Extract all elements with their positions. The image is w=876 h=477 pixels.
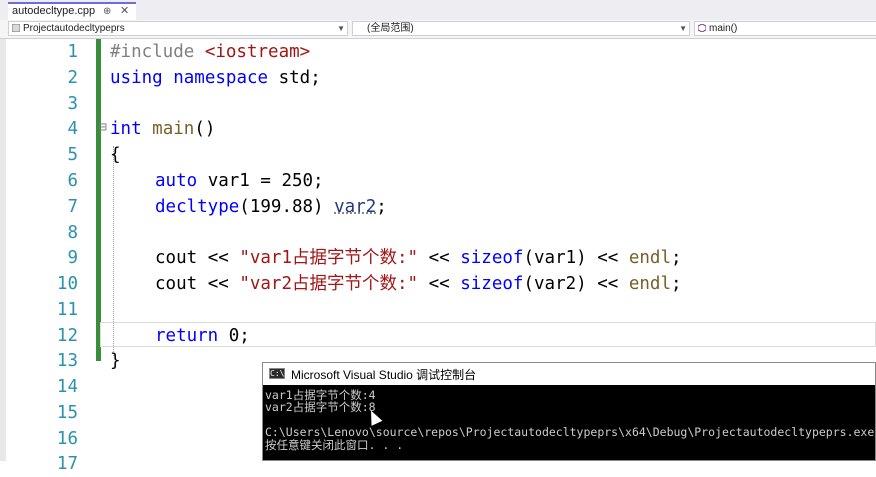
keyword: return xyxy=(155,326,219,346)
punctuation: ; xyxy=(376,197,387,217)
identifier: endl xyxy=(628,248,671,268)
variable-name: var2 xyxy=(334,197,377,217)
console-output-line: 按任意键关闭此窗口. . . xyxy=(265,438,404,452)
project-dropdown-value: Projectautodecltypeprs xyxy=(23,23,125,34)
punctuation: ( xyxy=(523,274,534,294)
line-number: 4 xyxy=(67,119,78,139)
line-number: 6 xyxy=(67,171,78,191)
editor-left-margin xyxy=(0,39,6,461)
tab-autodecltype-cpp[interactable]: autodecltype.cpp ⊕ ✕ xyxy=(8,2,136,20)
pin-icon[interactable]: ⊕ xyxy=(103,4,111,19)
keyword: sizeof xyxy=(460,274,524,294)
punctuation: ( xyxy=(523,248,534,268)
statement: 0; xyxy=(218,326,250,346)
line-number: 12 xyxy=(56,326,78,346)
include-path: <iostream> xyxy=(204,42,311,62)
console-icon: C:\ xyxy=(269,368,285,379)
line-number: 1 xyxy=(67,42,78,62)
member-dropdown-value: main() xyxy=(709,23,738,34)
scope-dropdown-value: (全局范围) xyxy=(367,23,414,34)
identifier: endl xyxy=(628,274,671,294)
navigation-bar: Projectautodecltypeprs ▼ (全局范围) ▼ main() xyxy=(0,20,876,39)
operator: << xyxy=(197,274,240,294)
project-dropdown[interactable]: Projectautodecltypeprs ▼ xyxy=(8,21,348,36)
scope-dropdown[interactable]: (全局范围) ▼ xyxy=(352,21,690,36)
keyword: int xyxy=(110,119,142,139)
line-number: 7 xyxy=(67,197,78,217)
line-number: 17 xyxy=(56,454,78,474)
keyword: auto xyxy=(155,171,198,191)
code-line-2: using namespace std; xyxy=(110,65,321,91)
tab-title: autodecltype.cpp xyxy=(12,5,96,17)
identifier: cout xyxy=(155,248,198,268)
code-line-9: cout << "var1占据字节个数:" << sizeof(var1) <<… xyxy=(155,245,682,271)
operator: << xyxy=(418,274,461,294)
identifier: var1 xyxy=(534,248,577,268)
preprocessor-directive: #include xyxy=(110,42,205,62)
string-literal: "var1占据字节个数:" xyxy=(239,248,419,268)
punctuation: ; xyxy=(671,248,682,268)
code-line-5: { xyxy=(110,145,121,165)
code-line-13: } xyxy=(110,351,121,371)
string-literal: "var2占据字节个数:" xyxy=(239,274,419,294)
identifier: cout xyxy=(155,274,198,294)
line-number: 14 xyxy=(56,377,78,397)
namespace-name: std; xyxy=(268,68,321,88)
operator: << xyxy=(197,248,240,268)
code-line-12: return 0; xyxy=(155,323,250,349)
console-title-bar[interactable]: C:\ Microsoft Visual Studio 调试控制台 xyxy=(263,363,875,385)
code-line-1: #include <iostream> xyxy=(110,39,310,65)
keyword: namespace xyxy=(173,68,269,88)
close-icon[interactable]: ✕ xyxy=(120,4,129,19)
operator: ) << xyxy=(576,274,629,294)
code-line-10: cout << "var2占据字节个数:" << sizeof(var2) <<… xyxy=(155,271,682,297)
line-number: 5 xyxy=(67,145,78,165)
line-number: 8 xyxy=(67,223,78,243)
line-number: 9 xyxy=(67,248,78,268)
project-icon xyxy=(12,24,20,32)
chevron-down-icon: ▼ xyxy=(679,24,687,33)
line-number: 13 xyxy=(56,351,78,371)
function-name: main xyxy=(152,119,195,139)
collapse-icon[interactable]: ⊟ xyxy=(99,120,107,135)
document-tab-strip: autodecltype.cpp ⊕ ✕ xyxy=(0,0,876,20)
identifier: var2 xyxy=(534,274,577,294)
operator: ) << xyxy=(576,248,629,268)
punctuation: ; xyxy=(671,274,682,294)
line-number: 15 xyxy=(56,403,78,423)
cube-icon xyxy=(698,24,706,32)
keyword: using xyxy=(110,68,163,88)
member-dropdown[interactable]: main() xyxy=(694,21,876,36)
keyword: sizeof xyxy=(460,248,524,268)
code-line-6: auto var1 = 250; xyxy=(155,168,324,194)
line-number: 11 xyxy=(56,300,78,320)
line-number: 2 xyxy=(67,68,78,88)
debug-console-window[interactable]: C:\ Microsoft Visual Studio 调试控制台 var1占据… xyxy=(262,362,876,461)
code-line-7: decltype(199.88) var2; xyxy=(155,194,387,220)
console-output-line: var2占据字节个数:8 xyxy=(265,400,376,414)
console-output-line: C:\Users\Lenovo\source\repos\Projectauto… xyxy=(265,425,876,439)
change-tracking-bar xyxy=(96,39,101,361)
line-number: 16 xyxy=(56,429,78,449)
console-title: Microsoft Visual Studio 调试控制台 xyxy=(291,368,477,382)
expression: (199.88) xyxy=(239,197,335,217)
operator: << xyxy=(418,248,461,268)
code-line-4: int main() xyxy=(110,116,215,142)
punctuation: () xyxy=(194,119,216,139)
line-number: 3 xyxy=(67,94,78,114)
line-number: 10 xyxy=(56,274,78,294)
chevron-down-icon: ▼ xyxy=(337,24,345,33)
statement: var1 = 250; xyxy=(197,171,324,191)
keyword: decltype xyxy=(155,197,240,217)
